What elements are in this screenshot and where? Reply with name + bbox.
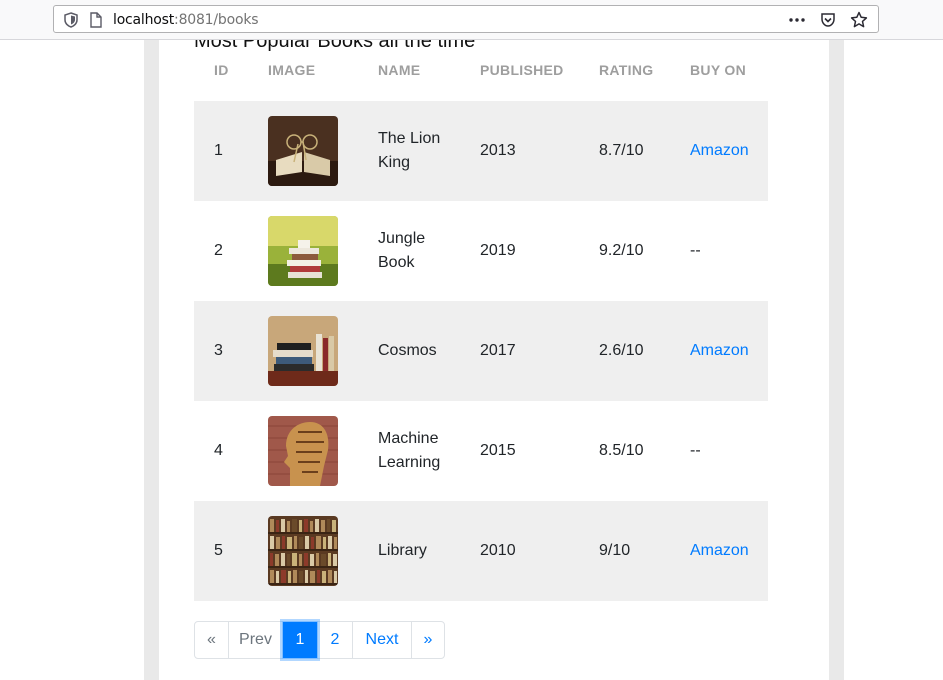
page-2-button[interactable]: 2 [317, 621, 353, 659]
header-id[interactable]: ID [214, 62, 229, 78]
cell-name: Jungle Book [378, 227, 458, 275]
table-row: 1 The Lion King 2013 8.7/10 Amazon [194, 101, 768, 201]
pocket-icon[interactable] [820, 12, 836, 33]
name-line: The Lion [378, 130, 441, 147]
name-line: King [378, 154, 411, 171]
name-line: Jungle [378, 230, 426, 247]
book-cover-image [268, 516, 338, 586]
cell-published: 2013 [480, 142, 516, 159]
cell-published: 2015 [480, 442, 516, 459]
amazon-link[interactable]: Amazon [690, 339, 749, 363]
cell-id: 5 [214, 542, 223, 559]
table-row: 2 Jungle Book 2019 9.2/10 -- [194, 201, 768, 301]
cell-id: 4 [214, 442, 223, 459]
cell-name: Machine Learning [378, 427, 458, 475]
cell-id: 1 [214, 142, 223, 159]
prev-page-button[interactable]: Prev [228, 621, 283, 659]
cell-name: Library [378, 539, 458, 563]
table-row: 4 Machine Learning 2015 8.5/10 -- [194, 401, 768, 501]
shield-icon[interactable] [64, 12, 78, 33]
url-text: localhost:8081/books [113, 12, 259, 28]
name-line: Learning [378, 454, 441, 471]
buy-placeholder: -- [690, 242, 701, 259]
last-page-button[interactable]: » [411, 621, 445, 659]
header-buy-on[interactable]: BUY ON [690, 62, 746, 78]
table-row: 5 Library 2010 9/10 Amazon [194, 501, 768, 601]
cell-name: Cosmos [378, 339, 458, 363]
cell-id: 3 [214, 342, 223, 359]
name-line: Cosmos [378, 342, 437, 359]
book-cover-image [268, 116, 338, 186]
header-rating[interactable]: RATING [599, 62, 653, 78]
bookmark-star-icon[interactable] [850, 11, 868, 34]
cell-published: 2010 [480, 542, 516, 559]
address-bar[interactable]: localhost:8081/books [53, 5, 879, 33]
browser-toolbar: localhost:8081/books [0, 0, 943, 40]
book-cover-image [268, 216, 338, 286]
cell-id: 2 [214, 242, 223, 259]
page-icon [90, 12, 102, 33]
cell-name: The Lion King [378, 127, 458, 175]
name-line: Machine [378, 430, 439, 447]
url-host: localhost [113, 12, 175, 28]
amazon-link[interactable]: Amazon [690, 139, 749, 163]
name-line: Library [378, 542, 427, 559]
pagination: « Prev 1 2 Next » [194, 621, 445, 659]
cell-rating: 8.5/10 [599, 442, 644, 459]
table-header: ID IMAGE NAME PUBLISHED RATING BUY ON [194, 60, 768, 80]
page-1-button[interactable]: 1 [282, 621, 318, 659]
first-page-button[interactable]: « [194, 621, 229, 659]
url-path: :8081/books [174, 12, 259, 28]
book-cover-image [268, 316, 338, 386]
table-row: 3 Cosmos 2017 2.6/10 Amazon [194, 301, 768, 401]
cell-published: 2017 [480, 342, 516, 359]
cell-rating: 9/10 [599, 542, 631, 559]
buy-placeholder: -- [690, 442, 701, 459]
cell-published: 2019 [480, 242, 516, 259]
more-icon[interactable] [788, 12, 806, 33]
cell-rating: 8.7/10 [599, 142, 644, 159]
amazon-link[interactable]: Amazon [690, 539, 749, 563]
book-cover-image [268, 416, 338, 486]
header-published[interactable]: PUBLISHED [480, 62, 564, 78]
header-image[interactable]: IMAGE [268, 62, 315, 78]
cell-rating: 9.2/10 [599, 242, 644, 259]
name-line: Book [378, 254, 415, 271]
header-name[interactable]: NAME [378, 62, 420, 78]
next-page-button[interactable]: Next [352, 621, 412, 659]
cell-rating: 2.6/10 [599, 342, 644, 359]
